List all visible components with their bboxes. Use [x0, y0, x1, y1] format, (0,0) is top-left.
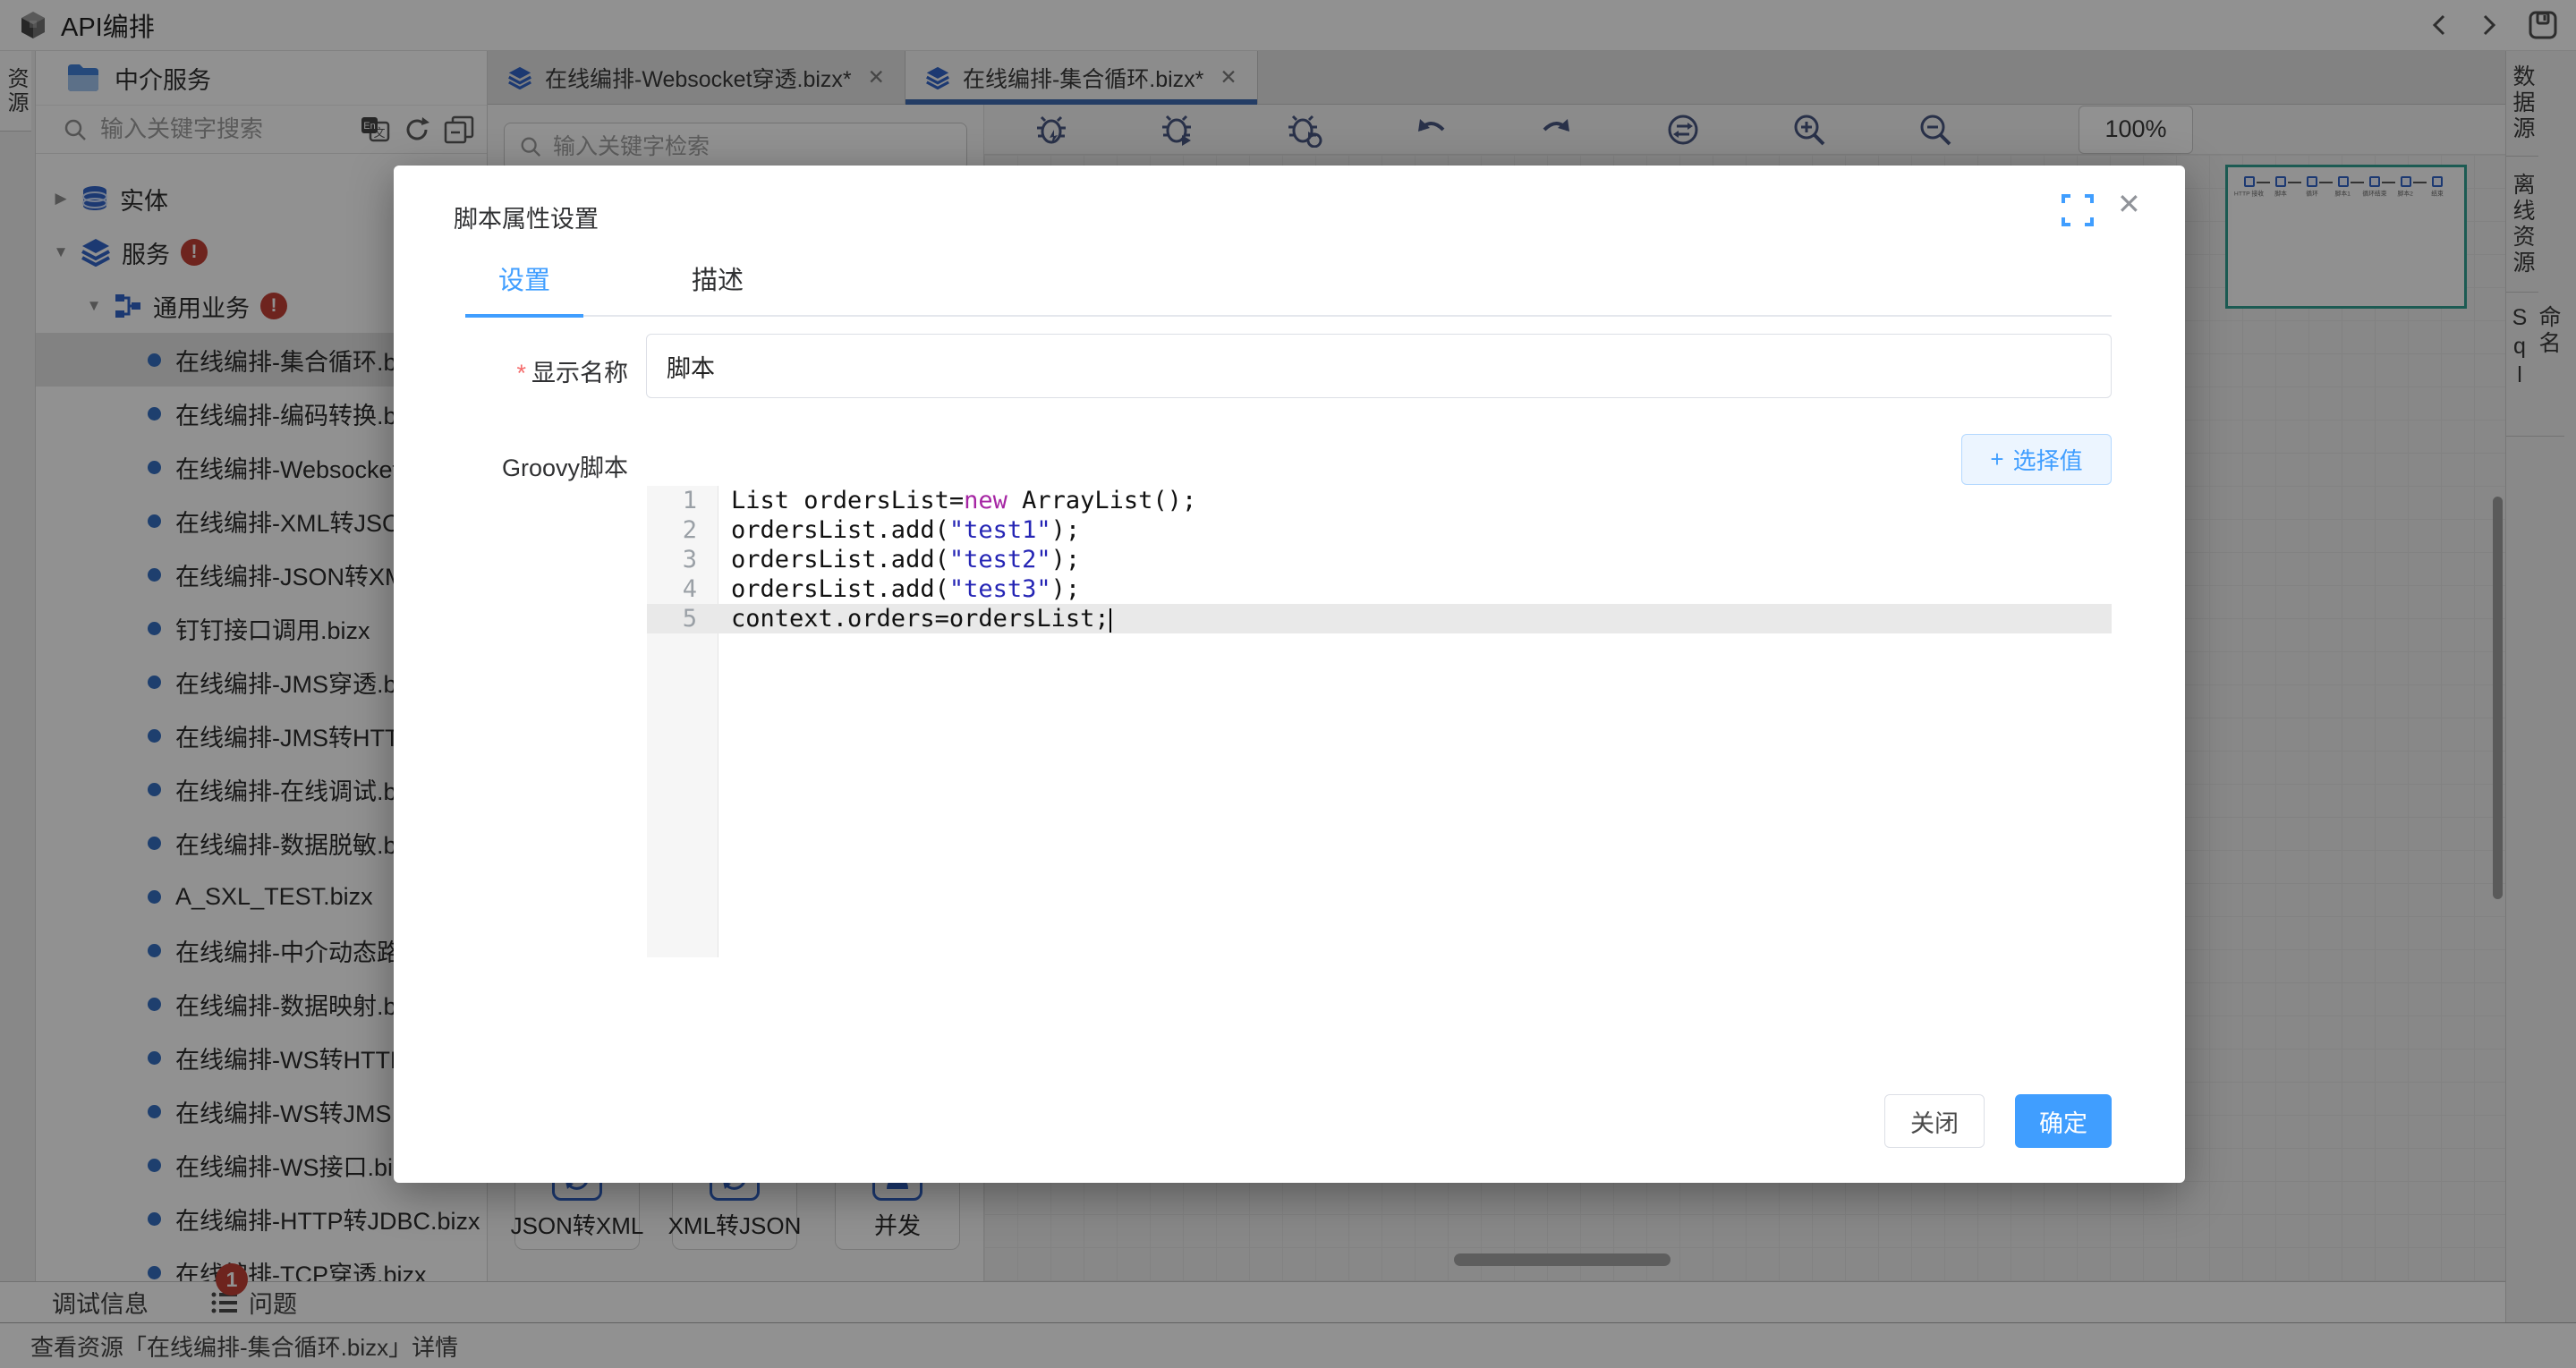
tab-settings[interactable]: 设置: [465, 259, 583, 320]
code-line[interactable]: 1List ordersList=new ArrayList();: [647, 486, 2112, 515]
ok-button[interactable]: 确定: [2015, 1094, 2112, 1148]
script-properties-dialog: 脚本属性设置 ✕ 设置 描述 *显示名称 Groovy脚本 + 选择值 1Lis…: [394, 166, 2185, 1183]
app-window: API编排 资源 中介服务 文En: [0, 0, 2576, 1368]
code-text: ordersList.add("test2");: [718, 545, 1080, 574]
code-text: List ordersList=new ArrayList();: [718, 486, 1196, 515]
groovy-script-label: Groovy脚本: [483, 448, 628, 483]
dialog-title: 脚本属性设置: [454, 200, 599, 234]
code-text: ordersList.add("test3");: [718, 574, 1080, 604]
code-text: ordersList.add("test1");: [718, 515, 1080, 545]
groovy-code-editor[interactable]: 1List ordersList=new ArrayList();2orders…: [647, 486, 2112, 957]
code-text: context.orders=ordersList;: [718, 604, 1111, 633]
text-cursor: [1109, 608, 1111, 633]
tab-divider: [465, 315, 2112, 317]
tab-description[interactable]: 描述: [659, 259, 777, 320]
dialog-tabs: 设置 描述: [465, 259, 777, 320]
line-number: 2: [647, 515, 718, 545]
close-button[interactable]: 关闭: [1884, 1094, 1985, 1148]
display-name-label: *显示名称: [429, 353, 628, 388]
required-asterisk: *: [516, 360, 526, 387]
code-line[interactable]: 4ordersList.add("test3");: [647, 574, 2112, 604]
plus-icon: +: [1990, 446, 2003, 473]
line-number: 4: [647, 574, 718, 604]
line-number: 1: [647, 486, 718, 515]
code-line[interactable]: 2ordersList.add("test1");: [647, 515, 2112, 545]
line-number: 3: [647, 545, 718, 574]
close-icon[interactable]: ✕: [2117, 187, 2141, 221]
line-number: 5: [647, 604, 718, 633]
display-name-input[interactable]: [646, 334, 2112, 398]
select-value-button[interactable]: + 选择值: [1961, 434, 2112, 485]
fullscreen-icon[interactable]: [2060, 192, 2096, 228]
code-line[interactable]: 3ordersList.add("test2");: [647, 545, 2112, 574]
code-line[interactable]: 5context.orders=ordersList;: [647, 604, 2112, 633]
